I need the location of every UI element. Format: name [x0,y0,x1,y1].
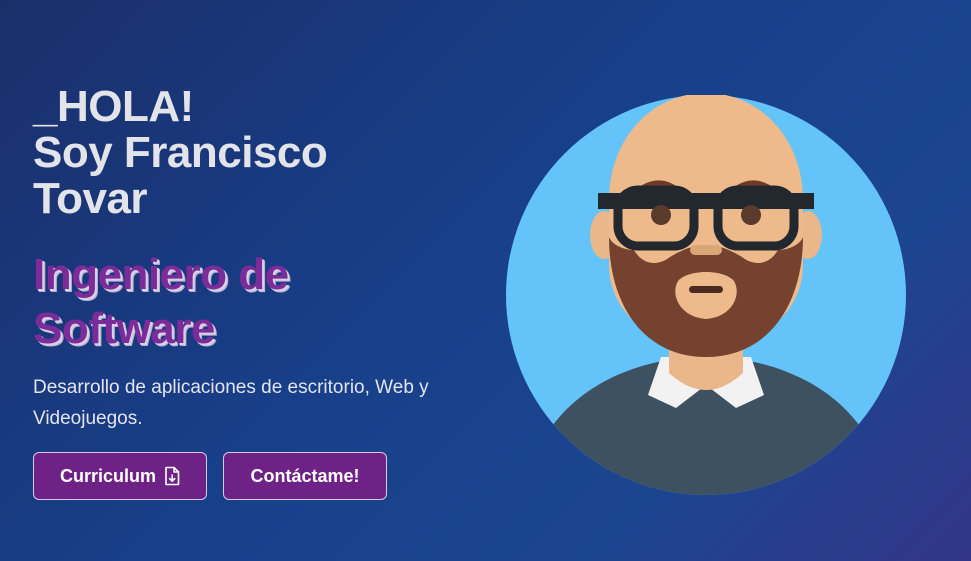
greeting-line-name: Soy Francisco [33,128,328,177]
avatar-illustration [506,93,906,495]
role-line-1: Ingeniero de [33,250,289,299]
greeting-line-hola: _HOLA! [33,82,194,131]
role-line-2: Software [33,304,215,353]
hero-description: Desarrollo de aplicaciones de escritorio… [33,377,429,429]
contact-button[interactable]: Contáctame! [223,452,387,500]
greeting-heading: _HOLA! Soy Francisco Tovar [33,84,473,222]
hero-buttons: Curriculum Contáctame! [33,452,387,500]
contact-button-label: Contáctame! [250,465,360,486]
curriculum-button[interactable]: Curriculum [33,452,207,500]
greeting-line-surname: Tovar [33,174,148,223]
curriculum-button-label: Curriculum [59,465,156,486]
hero-section: _HOLA! Soy Francisco Tovar Ingeniero de … [33,84,473,434]
role-heading: Ingeniero de Software [33,248,473,356]
file-download-icon [164,466,180,486]
